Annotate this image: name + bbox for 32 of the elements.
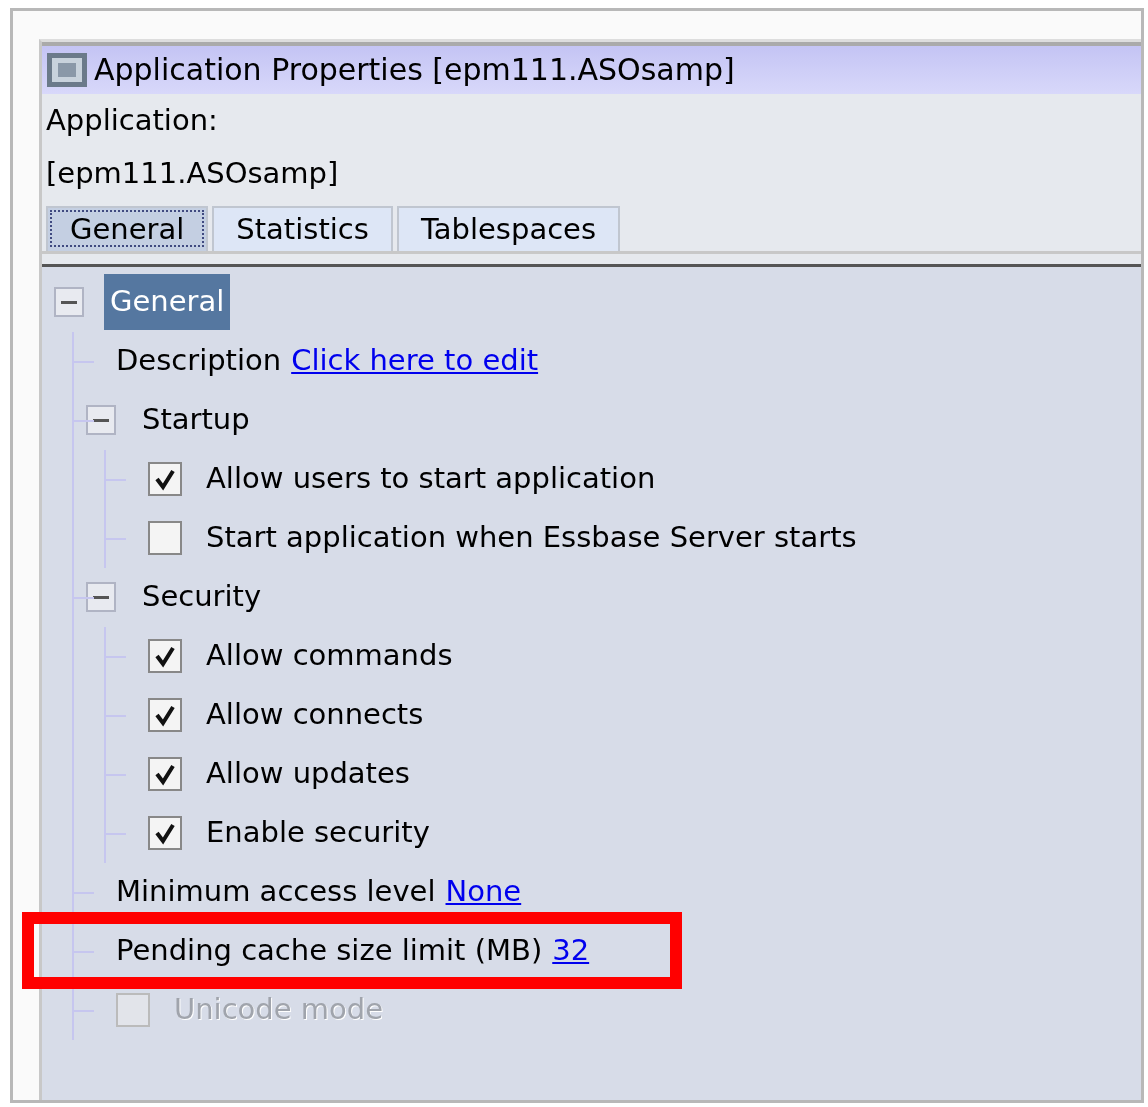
tab[interactable]: Tablespaces: [396, 205, 621, 251]
checkbox-label: Start application when Essbase Server starts: [206, 519, 857, 557]
property-label: Description: [116, 342, 282, 380]
property-link[interactable]: 32: [552, 929, 590, 973]
tree-item[interactable]: General: [104, 274, 231, 330]
window-title: Application Properties [epm111.ASOsamp]: [94, 55, 735, 85]
property-link[interactable]: Click here to edit: [291, 339, 539, 383]
collapse-icon[interactable]: [86, 582, 116, 613]
checkbox[interactable]: [148, 698, 182, 733]
collapse-icon[interactable]: [86, 405, 116, 436]
application-label: Application:: [46, 103, 218, 137]
checkbox[interactable]: [148, 757, 182, 792]
checkbox[interactable]: [148, 639, 182, 674]
property-label: Minimum access level: [116, 873, 436, 911]
application-name: [epm111.ASOsamp]: [46, 155, 339, 190]
tree-item[interactable]: Startup: [136, 392, 256, 448]
property-link[interactable]: None: [445, 870, 522, 914]
collapse-icon[interactable]: [54, 287, 84, 318]
checkbox-label: Allow users to start application: [206, 460, 656, 498]
window-icon: [46, 52, 88, 88]
checkbox-label: Allow connects: [206, 696, 424, 734]
checkbox-label: Allow commands: [206, 637, 453, 675]
tree-item[interactable]: Security: [136, 569, 268, 625]
property-label: Pending cache size limit (MB): [116, 932, 543, 970]
checkbox[interactable]: [148, 816, 182, 851]
checkbox-label: Allow updates: [206, 755, 410, 793]
checkbox[interactable]: [148, 462, 182, 497]
tab[interactable]: Statistics: [212, 205, 393, 251]
checkbox-label: Unicode mode: [174, 991, 384, 1029]
checkbox-label: Enable security: [206, 814, 430, 852]
tab[interactable]: General: [46, 205, 209, 251]
checkbox[interactable]: [148, 521, 182, 556]
